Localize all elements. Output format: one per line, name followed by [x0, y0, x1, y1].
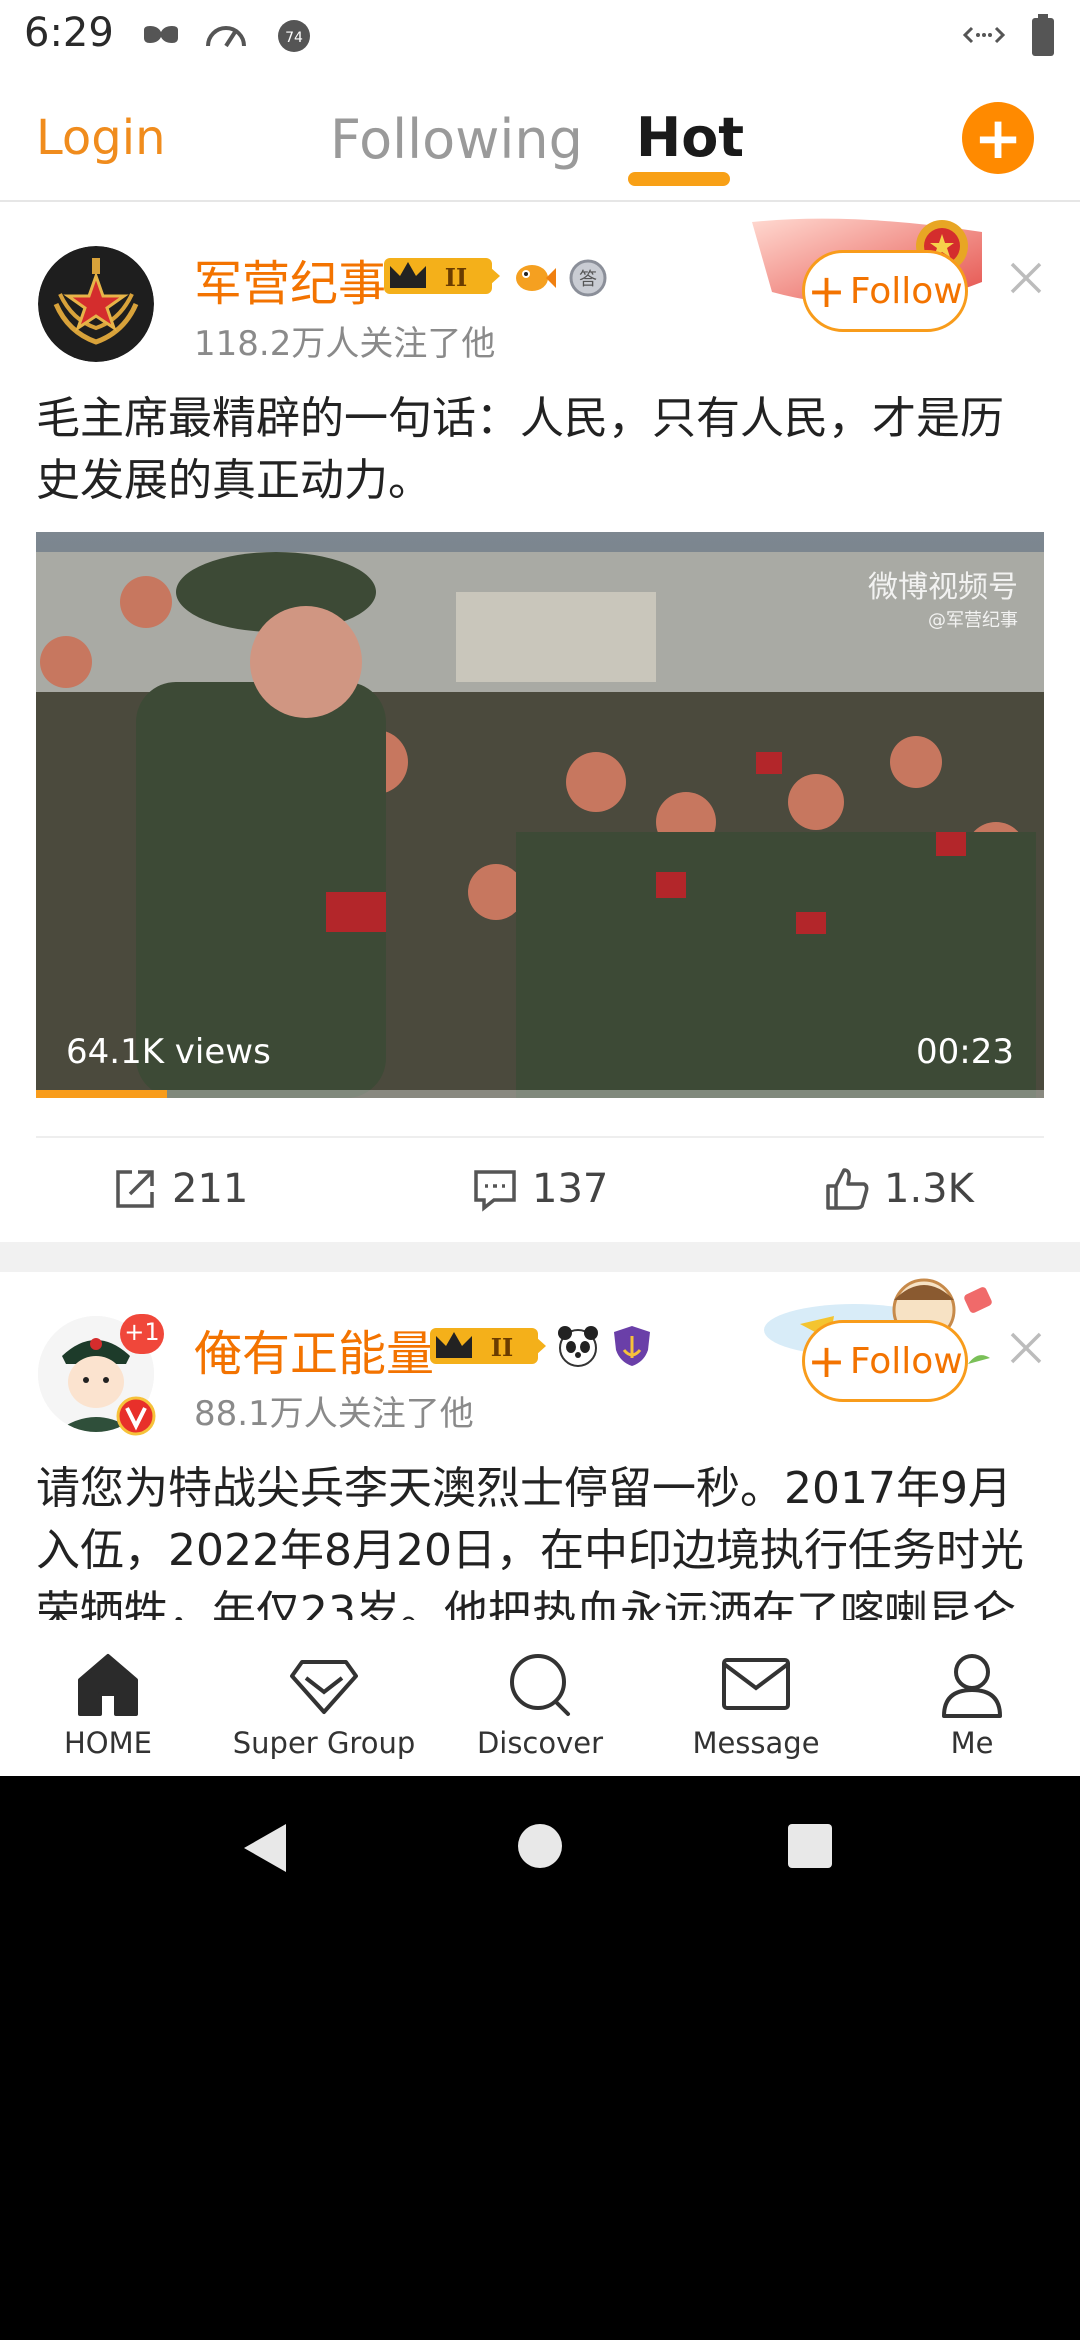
- svg-text:答: 答: [579, 269, 597, 290]
- close-icon[interactable]: [1006, 258, 1046, 298]
- status-bar: 6:29 74: [0, 0, 1080, 72]
- vip-crown-badge-icon: II: [430, 1328, 546, 1364]
- person-icon: [942, 1654, 1002, 1718]
- active-tab-indicator: [628, 172, 730, 186]
- follower-count: 88.1万人关注了他: [194, 1394, 474, 1434]
- plus-icon: +: [807, 1334, 846, 1388]
- watermark-text: 微博视频号: [868, 570, 1018, 605]
- thumbs-up-icon: [826, 1168, 869, 1210]
- glasses-icon: [144, 26, 178, 43]
- tab-message-label: Message: [692, 1726, 820, 1760]
- follow-button[interactable]: + Follow: [802, 250, 968, 332]
- video-progress-track[interactable]: [36, 1090, 1044, 1098]
- feed-post: 军营纪事 II 答 118.2万人关注了他 + Follow 毛主席最精辟的一句…: [0, 202, 1080, 1242]
- speedometer-icon: [206, 26, 246, 48]
- home-icon: [78, 1654, 138, 1716]
- add-post-button[interactable]: +: [962, 102, 1034, 174]
- tab-super-group[interactable]: Super Group: [216, 1620, 432, 1776]
- svg-text:II: II: [445, 263, 467, 292]
- top-navigation: Login Following Hot +: [0, 72, 1080, 202]
- repost-icon: [116, 1170, 154, 1208]
- repost-button[interactable]: 211: [112, 1166, 248, 1212]
- search-icon: [510, 1654, 570, 1716]
- follower-count: 118.2万人关注了他: [194, 324, 496, 364]
- verified-v-icon: [116, 1396, 156, 1436]
- like-count: 1.3K: [884, 1166, 974, 1212]
- home-circle-icon[interactable]: [516, 1822, 564, 1870]
- battery-icon: [1032, 14, 1054, 56]
- repost-count: 211: [172, 1166, 249, 1212]
- watermark-subtext: @军营纪事: [928, 610, 1018, 631]
- panda-badge-icon: [558, 1326, 598, 1367]
- tab-following[interactable]: Following: [330, 108, 583, 171]
- back-icon[interactable]: [240, 1820, 290, 1876]
- comment-button[interactable]: 137: [472, 1166, 608, 1212]
- divider: [36, 1136, 1044, 1138]
- tab-home-label: HOME: [64, 1726, 152, 1760]
- post-separator: [0, 1242, 1080, 1272]
- status-time: 6:29: [24, 10, 114, 56]
- post-text[interactable]: 毛主席最精辟的一句话：人民，只有人民，才是历史发展的真正动力。: [36, 388, 1046, 512]
- tab-message[interactable]: Message: [648, 1620, 864, 1776]
- plus-icon: +: [807, 264, 846, 318]
- post-username[interactable]: 军营纪事: [194, 244, 386, 314]
- anchor-shield-badge-icon: [614, 1326, 650, 1366]
- system-navigation-bar: [0, 1776, 1080, 1920]
- tab-me[interactable]: Me: [864, 1620, 1080, 1776]
- medal-badge-icon: 答: [569, 259, 607, 297]
- vip-crown-badge-icon: II: [384, 258, 500, 294]
- follow-button[interactable]: + Follow: [802, 1320, 968, 1402]
- like-button[interactable]: 1.3K: [824, 1166, 974, 1212]
- tab-home[interactable]: HOME: [0, 1620, 216, 1776]
- feed-post: +1 俺有正能量 II 88.1万人关注了他 + Follow 请您为特战尖兵李…: [0, 1272, 1080, 1620]
- video-progress-fill: [36, 1090, 168, 1098]
- tab-me-label: Me: [950, 1726, 994, 1760]
- diamond-icon: [290, 1660, 358, 1714]
- video-views: 64.1K views: [66, 1032, 271, 1072]
- tab-discover[interactable]: Discover: [432, 1620, 648, 1776]
- envelope-icon: [722, 1658, 790, 1710]
- army-emblem-icon: [38, 246, 154, 362]
- login-link[interactable]: Login: [36, 110, 166, 166]
- notification-icon: 74: [278, 20, 310, 52]
- avatar[interactable]: [38, 246, 154, 362]
- bottom-tab-bar: HOME Super Group Discover Message Me: [0, 1620, 1080, 1776]
- post-username[interactable]: 俺有正能量: [194, 1314, 434, 1384]
- follow-label: Follow: [849, 270, 963, 312]
- video-player[interactable]: 微博视频号 @军营纪事 64.1K views 00:23: [36, 532, 1044, 1098]
- app-screen: 6:29 74 Login Following Hot + 军营纪事 II 答 …: [0, 0, 1080, 1776]
- avatar-badge: +1: [124, 1318, 160, 1346]
- tab-super-group-label: Super Group: [232, 1726, 416, 1760]
- tab-discover-label: Discover: [476, 1726, 604, 1760]
- fish-badge-icon: [516, 265, 556, 291]
- video-watermark: 微博视频号 @军营纪事: [868, 562, 1018, 632]
- post-text[interactable]: 请您为特战尖兵李天澳烈士停留一秒。2017年9月入伍，2022年8月20日，在中…: [36, 1458, 1046, 1620]
- video-duration: 00:23: [916, 1032, 1014, 1072]
- recents-square-icon[interactable]: [786, 1822, 834, 1870]
- data-transfer-icon: [962, 26, 1006, 44]
- follow-label: Follow: [849, 1340, 963, 1382]
- comment-icon: [474, 1170, 516, 1212]
- svg-text:74: 74: [285, 30, 303, 46]
- close-icon[interactable]: [1006, 1328, 1046, 1368]
- svg-text:II: II: [491, 1333, 513, 1362]
- comment-count: 137: [532, 1166, 609, 1212]
- tab-hot[interactable]: Hot: [636, 106, 744, 169]
